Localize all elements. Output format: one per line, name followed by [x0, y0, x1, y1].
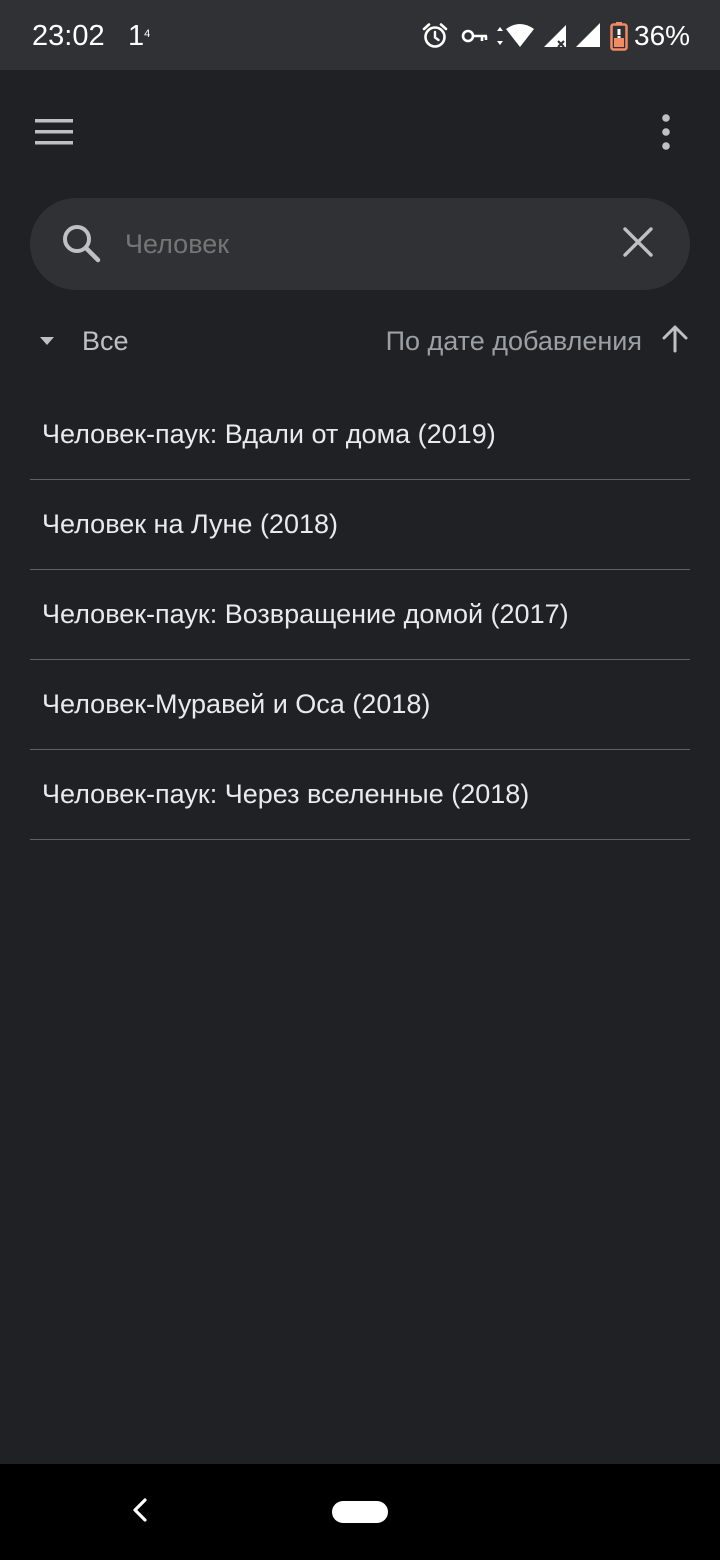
back-icon: [130, 1497, 150, 1528]
result-title: Человек-паук: Через вселенные (2018): [42, 779, 530, 809]
battery-percent: 36%: [634, 20, 691, 51]
notification-digit: 1: [128, 20, 145, 52]
list-item[interactable]: Человек-паук: Возвращение домой (2017): [30, 570, 690, 660]
alarm-icon: [420, 21, 450, 51]
results-list: Человек-паук: Вдали от дома (2019) Челов…: [30, 390, 690, 840]
result-title: Человек-Муравей и Оса (2018): [42, 689, 431, 719]
list-item[interactable]: Человек на Луне (2018): [30, 480, 690, 570]
result-title: Человек-паук: Вдали от дома (2019): [42, 419, 496, 449]
battery-icon: [610, 21, 628, 51]
status-icons: 4: [420, 20, 628, 52]
status-bar: 23:02 14 4 36%: [0, 0, 720, 70]
more-options-button[interactable]: [642, 110, 690, 158]
status-time: 23:02: [32, 20, 105, 52]
search-bar: [30, 198, 690, 290]
system-navigation-bar: [0, 1464, 720, 1560]
dropdown-arrow-icon: [30, 316, 64, 366]
filter-sort-row: Все По дате добавления: [30, 316, 690, 366]
menu-icon: [35, 118, 73, 151]
signal-icon: [542, 21, 570, 51]
signal-icon: [574, 21, 602, 51]
vpn-key-icon: [460, 21, 490, 51]
close-icon: [623, 226, 653, 262]
more-vert-icon: [661, 113, 671, 155]
filter-dropdown[interactable]: Все: [30, 316, 129, 366]
arrow-up-icon[interactable]: [660, 324, 690, 359]
sort-control[interactable]: По дате добавления: [386, 316, 690, 366]
sort-label: По дате добавления: [385, 325, 642, 356]
list-item[interactable]: Человек-паук: Через вселенные (2018): [30, 750, 690, 840]
back-button[interactable]: [116, 1488, 164, 1536]
wifi-icon: 4: [494, 21, 536, 51]
filter-label: Все: [82, 325, 129, 356]
result-title: Человек-паук: Возвращение домой (2017): [42, 599, 569, 629]
search-icon: [60, 222, 104, 266]
clear-search-button[interactable]: [614, 220, 662, 268]
svg-text:4: 4: [524, 38, 530, 50]
screen: 23:02 14 4 36% Человек Все По дате добав…: [0, 0, 720, 1560]
menu-button[interactable]: [24, 110, 84, 158]
home-pill-button[interactable]: [332, 1501, 388, 1523]
notification-indicator: 14: [128, 18, 150, 54]
notification-sup: 4: [144, 28, 151, 40]
result-title: Человек на Луне (2018): [42, 509, 338, 539]
list-item[interactable]: Человек-паук: Вдали от дома (2019): [30, 390, 690, 480]
list-item[interactable]: Человек-Муравей и Оса (2018): [30, 660, 690, 750]
search-input[interactable]: [125, 220, 595, 268]
